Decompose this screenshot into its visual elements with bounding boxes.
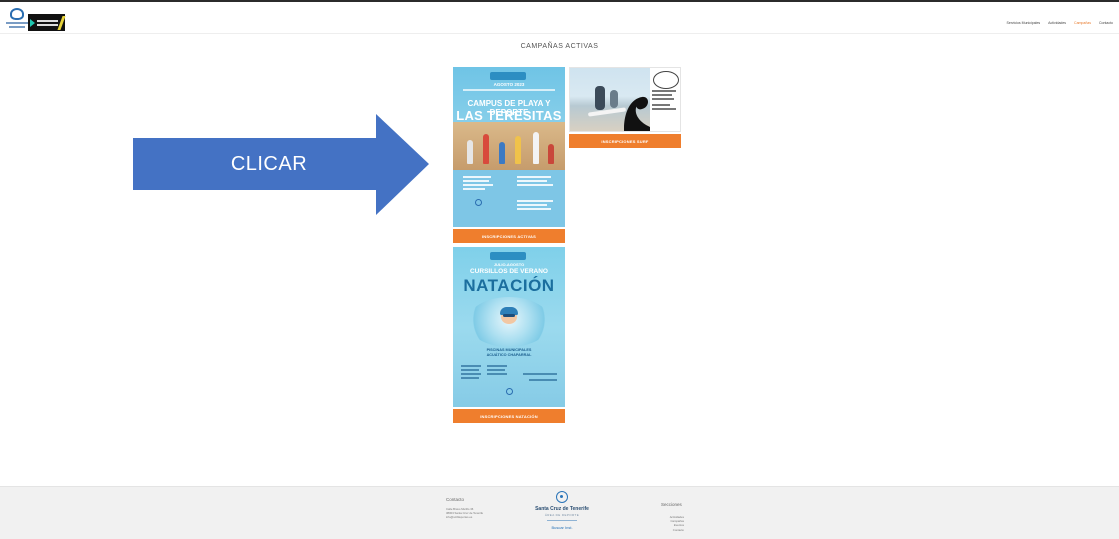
main-nav: Servicios Municipales Actividades Campañ…	[1006, 21, 1113, 25]
nav-actividades[interactable]: Actividades	[1048, 21, 1066, 25]
wave-icon	[624, 96, 650, 131]
nav-servicios[interactable]: Servicios Municipales	[1006, 21, 1040, 25]
top-bar: Servicios Municipales Actividades Campañ…	[0, 0, 1119, 34]
city-logo[interactable]	[6, 8, 28, 28]
footer: Contacto Calle Bravo Murillo 36 38003 Sa…	[0, 486, 1119, 539]
nav-campanas[interactable]: Campañas	[1074, 21, 1091, 25]
divider	[547, 520, 577, 521]
campaign-cta-button[interactable]: INSCRIPCIONES SURF	[569, 134, 681, 148]
footer-sections-heading: Secciones	[661, 502, 682, 507]
campaign-cta-button[interactable]: INSCRIPCIONES ACTIVAS	[453, 229, 565, 243]
nav-contacto[interactable]: Contacto	[1099, 21, 1113, 25]
city-emblem-icon	[506, 388, 513, 395]
campaign-poster-surf[interactable]	[569, 67, 681, 132]
campaign-cta-button[interactable]: INSCRIPCIONES NATACIÓN	[453, 409, 565, 423]
page-title: CAMPAÑAS ACTIVAS	[520, 43, 599, 50]
footer-dept: ÁREA DE DEPORTE	[544, 513, 580, 517]
footer-contact-heading: Contacto	[446, 497, 465, 502]
sports-logo[interactable]	[28, 14, 66, 31]
campaign-poster-teresitas[interactable]: AGOSTO 2023 CAMPUS DE PLAYA Y DEPORTE LA…	[453, 67, 565, 227]
event-logo	[490, 252, 526, 260]
surf-badge-icon	[653, 71, 679, 89]
poster-place: PISCINAS MUNICIPALES ACUÁTICO CHAPARRAL	[486, 348, 532, 357]
poster-place: LAS TERESITAS	[456, 108, 562, 123]
location-pin-icon	[556, 491, 568, 503]
event-logo	[490, 72, 526, 80]
footer-sections: Actividades Campañas Eventos Contacto	[650, 515, 684, 532]
poster-date: AGOSTO 2023	[493, 82, 525, 87]
city-emblem-icon	[475, 199, 482, 206]
footer-section-link[interactable]: Contacto	[650, 528, 684, 532]
arrow-label: CLICAR	[230, 153, 308, 175]
beach-photo	[453, 122, 565, 170]
poster-date: JULIO-AGOSTO	[493, 262, 525, 267]
poster-headline: NATACIÓN	[463, 276, 555, 295]
surf-photo	[570, 68, 650, 131]
footer-city: Santa Cruz de Tenerife	[535, 506, 589, 512]
campaign-poster-natacion[interactable]: JULIO-AGOSTO CURSILLOS DE VERANO NATACIÓ…	[453, 247, 565, 407]
footer-link[interactable]: Buscar Inst.	[520, 525, 604, 530]
poster-subtitle: CURSILLOS DE VERANO	[469, 268, 548, 275]
footer-contact: Calle Bravo Murillo 36 38003 Santa Cruz …	[446, 507, 484, 519]
